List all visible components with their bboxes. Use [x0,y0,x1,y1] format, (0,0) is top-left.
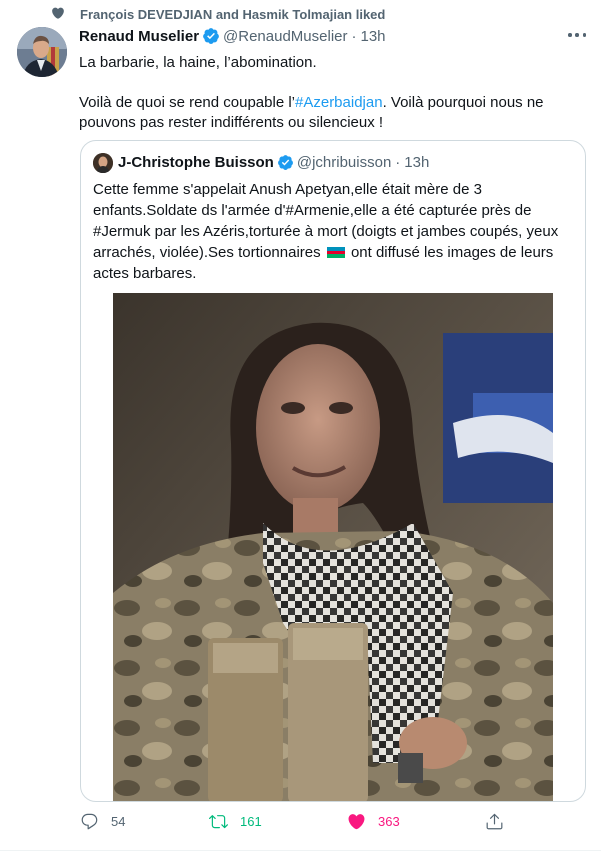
author-name[interactable]: Renaud Muselier [79,28,199,45]
tweet-text-line2: Voilà de quoi se rend coupable l’#Azerba… [79,93,584,133]
separator-dot: · [351,27,357,45]
separator-dot: · [395,154,401,171]
tweet-timestamp[interactable]: 13h [360,28,385,45]
tweet-text: La barbarie, la haine, l’abomination. Vo… [79,53,584,153]
reply-button[interactable]: 54 [80,812,125,831]
share-button[interactable] [485,812,504,831]
liked-heart-icon [348,814,365,830]
verified-badge-icon [277,155,293,170]
retweet-button[interactable]: 161 [209,812,262,831]
social-context-text[interactable]: François DEVEDJIAN and Hasmik Tolmajian … [80,7,385,22]
quoted-tweet-card[interactable]: J-Christophe Buisson @jchribuisson · 13h… [80,140,586,802]
verified-badge-icon [203,28,219,44]
share-icon [486,813,503,830]
author-row: Renaud Muselier @RenaudMuselier · 13h [79,27,386,45]
more-options-icon[interactable] [566,28,588,42]
quoted-author-avatar [93,153,113,173]
author-handle[interactable]: @RenaudMuselier [223,28,347,45]
quoted-tweet-photo[interactable] [113,293,553,801]
azerbaijan-flag-icon [326,247,345,258]
quoted-author-name: J-Christophe Buisson [118,154,274,171]
retweet-icon [209,815,228,829]
quoted-tweet-timestamp: 13h [404,154,430,171]
tweet-action-bar: 54 161 363 [0,812,601,842]
quoted-author-handle: @jchribuisson [296,154,392,171]
quoted-tweet-text: Cette femme s'appelait Anush Apetyan,ell… [93,179,575,284]
quoted-author-row: J-Christophe Buisson @jchribuisson · 13h [118,154,429,171]
heart-icon [52,7,64,19]
reply-count: 54 [111,814,126,829]
divider [0,850,601,851]
like-count: 363 [378,814,400,829]
tweet-text-prefix: Voilà de quoi se rend coupable l’ [79,94,295,111]
like-button[interactable]: 363 [347,812,400,831]
author-avatar[interactable] [17,27,67,77]
reply-icon [81,813,98,830]
hashtag-azerbaidjan[interactable]: #Azerbaidjan [295,94,383,111]
retweet-count: 161 [240,814,262,829]
tweet-text-line1: La barbarie, la haine, l’abomination. [79,54,317,71]
